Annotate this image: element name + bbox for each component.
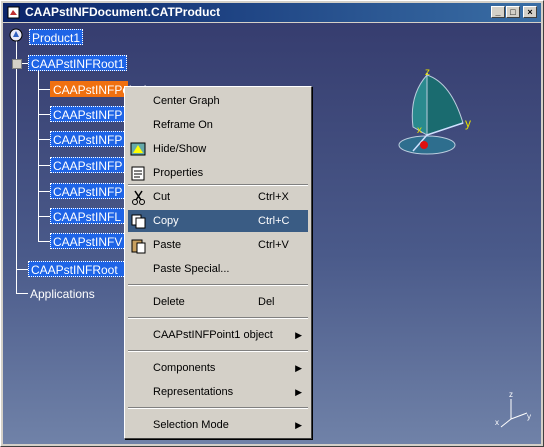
menu-item-cut[interactable]: Cut Ctrl+X (128, 186, 308, 208)
tree-connector (16, 269, 28, 270)
minimize-button[interactable]: _ (491, 6, 505, 18)
tree-node-wire1[interactable]: CAAPstINFV (50, 233, 128, 249)
tree-node-applications[interactable]: Applications (28, 286, 97, 302)
hide-show-icon (130, 142, 146, 156)
title-bar[interactable]: CAAPstINFDocument.CATProduct _ □ × (3, 3, 541, 22)
catia-document-icon (7, 6, 20, 19)
tree-connector (38, 114, 50, 115)
menu-separator (128, 317, 308, 319)
menu-item-paste-special[interactable]: Paste Special... (128, 258, 308, 280)
tree-node-point4[interactable]: CAAPstINFP (50, 157, 128, 173)
tree-node-root1[interactable]: CAAPstINFRoot1 (28, 55, 128, 71)
menu-separator (128, 350, 308, 352)
submenu-arrow-icon: ▶ (295, 387, 302, 397)
tree-connector (38, 165, 50, 166)
tree-connector (38, 139, 50, 140)
menu-item-selection-mode[interactable]: Selection Mode ▶ (128, 414, 308, 436)
svg-text:z: z (509, 390, 513, 399)
svg-text:x: x (495, 418, 499, 427)
svg-text:z: z (425, 67, 430, 78)
tree-node-point2[interactable]: CAAPstINFP (50, 106, 128, 122)
menu-item-reframe-on[interactable]: Reframe On (128, 114, 308, 136)
tree-node-point5[interactable]: CAAPstINFP (50, 183, 128, 199)
menu-item-paste[interactable]: Paste Ctrl+V (128, 234, 308, 256)
product-icon[interactable] (9, 28, 23, 42)
scissors-icon (132, 190, 145, 205)
menu-item-properties[interactable]: Properties (128, 162, 308, 184)
close-button[interactable]: × (523, 6, 537, 18)
svg-text:y: y (527, 412, 531, 421)
tree-node-root2[interactable]: CAAPstINFRoot (28, 261, 128, 277)
axis-label-y: y (465, 116, 471, 130)
properties-icon (131, 166, 145, 181)
tree-node-point1[interactable]: CAAPstINFPoint1 (50, 81, 148, 97)
menu-item-delete[interactable]: Delete Del (128, 291, 308, 313)
paste-icon (131, 239, 146, 254)
app-window: CAAPstINFDocument.CATProduct _ □ × Produ… (0, 0, 544, 447)
axis-triad-icon: z y x (495, 390, 531, 428)
3d-compass-icon[interactable]: x y z (391, 65, 481, 165)
menu-separator (128, 284, 308, 286)
tree-node-point3[interactable]: CAAPstINFP (50, 131, 128, 147)
submenu-arrow-icon: ▶ (295, 363, 302, 373)
menu-separator (128, 407, 308, 409)
submenu-arrow-icon: ▶ (295, 420, 302, 430)
tree-connector (38, 89, 50, 90)
tree-connector (38, 216, 50, 217)
submenu-arrow-icon: ▶ (295, 330, 302, 340)
context-menu: Center Graph Reframe On Hide/Show Proper… (124, 86, 312, 439)
menu-item-copy[interactable]: Copy Ctrl+C (128, 210, 308, 232)
tree-connector (38, 191, 50, 192)
tree-connector (16, 293, 28, 294)
svg-text:x: x (417, 125, 422, 136)
menu-item-center-graph[interactable]: Center Graph (128, 90, 308, 112)
tree-connector (38, 241, 50, 242)
window-title: CAAPstINFDocument.CATProduct (25, 5, 221, 19)
maximize-button[interactable]: □ (506, 6, 520, 18)
tree-node-product1[interactable]: Product1 (29, 29, 84, 45)
menu-item-hide-show[interactable]: Hide/Show (128, 138, 308, 160)
menu-item-components[interactable]: Components ▶ (128, 357, 308, 379)
menu-item-object-submenu[interactable]: CAAPstINFPoint1 object ▶ (128, 324, 308, 346)
menu-item-representations[interactable]: Representations ▶ (128, 381, 308, 403)
tree-connector (16, 41, 17, 293)
tree-collapse-toggle[interactable] (12, 59, 22, 69)
tree-node-line1[interactable]: CAAPstINFL (50, 208, 128, 224)
copy-icon (131, 214, 146, 229)
